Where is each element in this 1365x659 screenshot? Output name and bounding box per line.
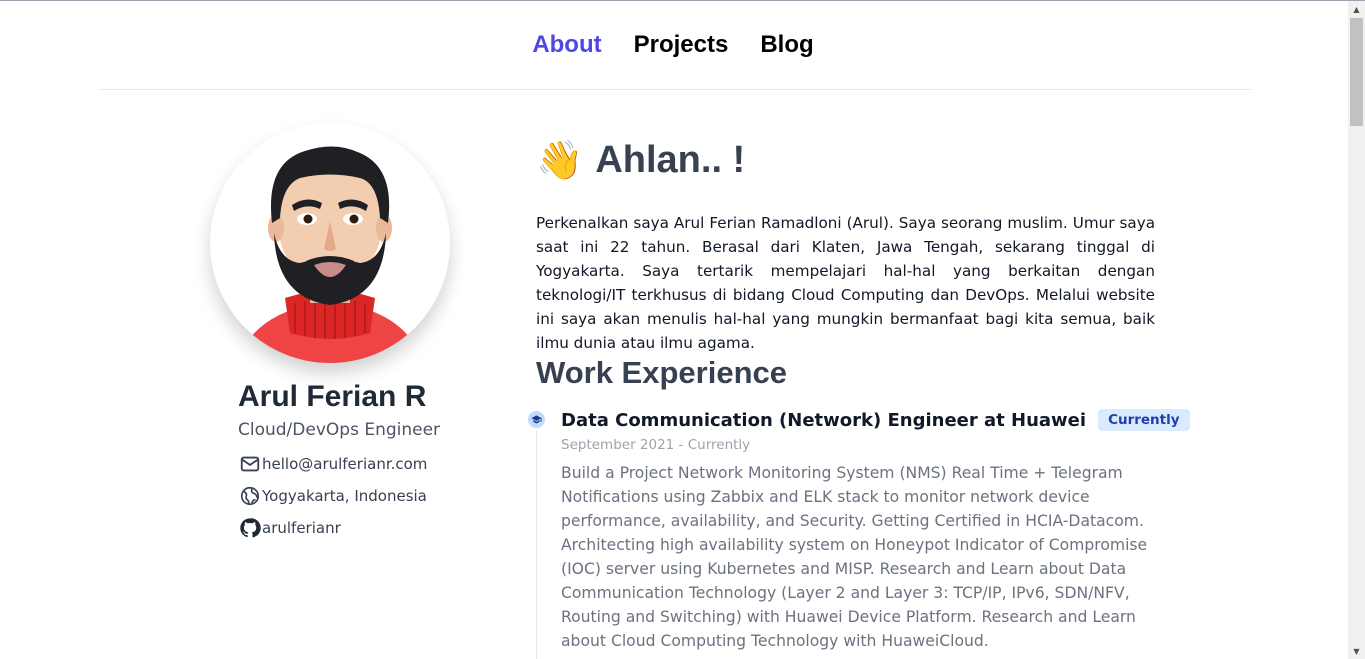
contact-email[interactable]: hello@arulferianr.com: [238, 452, 427, 475]
scroll-up-arrow-icon[interactable]: ▲: [1348, 1, 1365, 18]
job-dates: September 2021 - Currently: [561, 437, 751, 453]
contact-location-text: Yogyakarta, Indonesia: [262, 486, 427, 505]
contact-location: Yogyakarta, Indonesia: [238, 484, 427, 507]
contact-github-text: arulferianr: [262, 518, 341, 537]
greeting-heading: 👋 Ahlan.. !: [536, 139, 745, 182]
contact-email-text: hello@arulferianr.com: [262, 454, 428, 473]
scroll-down-arrow-icon[interactable]: ▼: [1348, 643, 1365, 659]
profile-name: Arul Ferian R: [238, 380, 427, 413]
graduation-cap-icon: [525, 408, 548, 431]
top-nav: About Projects Blog: [99, 1, 1251, 90]
scrollbar-thumb[interactable]: [1350, 18, 1363, 126]
intro-paragraph: Perkenalkan saya Arul Ferian Ramadloni (…: [536, 214, 1155, 352]
github-icon: [238, 516, 261, 539]
job-header: Data Communication (Network) Engineer at…: [561, 409, 1190, 431]
nav-projects-link[interactable]: Projects: [634, 31, 729, 59]
waving-hand-icon: 👋: [536, 139, 584, 182]
page-scrollbar[interactable]: ▲ ▼: [1348, 1, 1365, 659]
mail-icon: [238, 452, 261, 475]
nav-about-link[interactable]: About: [532, 31, 601, 59]
work-experience-heading: Work Experience: [536, 355, 787, 390]
job-title: Data Communication (Network) Engineer at…: [561, 409, 1087, 431]
profile-role: Cloud/DevOps Engineer: [238, 420, 441, 440]
avatar: [210, 123, 450, 363]
timeline-line: [536, 421, 537, 659]
nav-blog-link[interactable]: Blog: [760, 31, 813, 59]
greeting-text: Ahlan.. !: [595, 139, 746, 181]
status-badge: Currently: [1098, 409, 1190, 431]
job-description: Build a Project Network Monitoring Syste…: [561, 464, 1148, 650]
avatar-illustration: [245, 146, 415, 363]
globe-icon: [238, 484, 261, 507]
contact-github[interactable]: arulferianr: [238, 516, 341, 539]
